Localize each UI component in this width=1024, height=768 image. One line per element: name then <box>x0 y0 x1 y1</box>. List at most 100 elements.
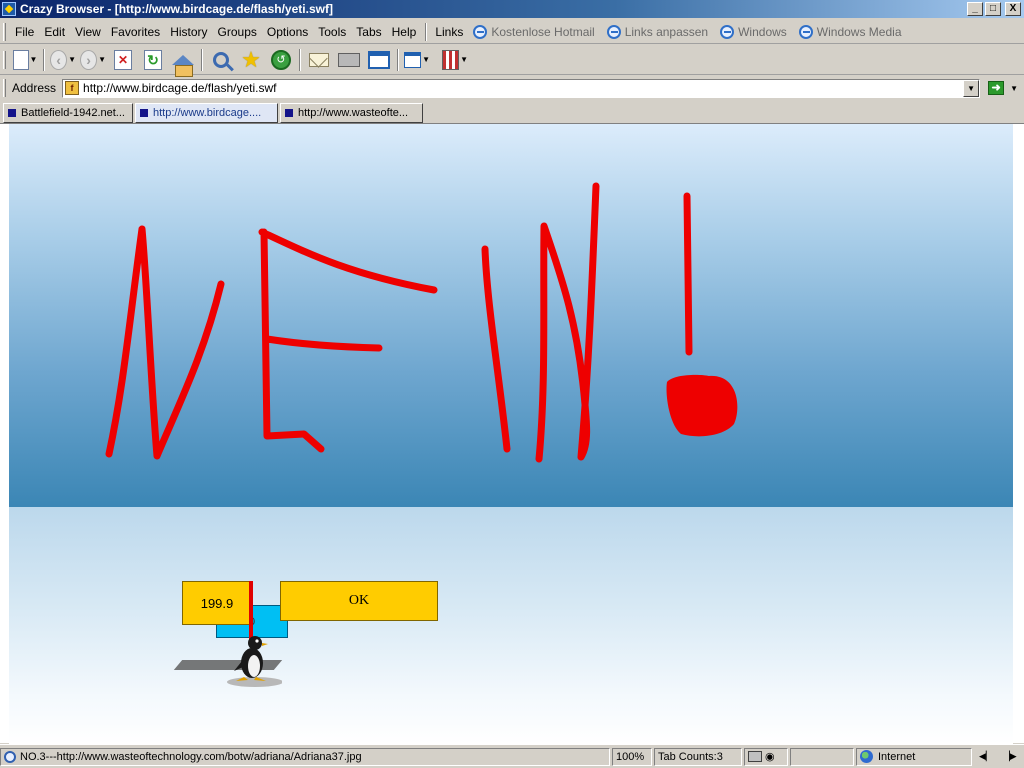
stop-button[interactable]: ✕ <box>110 48 136 72</box>
page-content[interactable]: 0 199.9 OK <box>0 123 1024 744</box>
link-label: Links anpassen <box>624 24 709 39</box>
tab-wasteoftechnology[interactable]: http://www.wasteofte... <box>280 103 423 123</box>
zone-label: Internet <box>878 750 916 763</box>
ok-button[interactable]: OK <box>280 581 438 621</box>
tab-label: Battlefield-1942.net... <box>21 107 125 119</box>
forward-arrow-icon: › <box>80 49 98 70</box>
maximize-button[interactable]: □ <box>985 2 1001 16</box>
link-customize[interactable]: Links anpassen <box>601 24 714 39</box>
eye-icon[interactable]: ◉ <box>765 750 775 763</box>
previous-tab-icon[interactable]: ◀▏ <box>974 751 998 762</box>
page-icon <box>285 109 293 117</box>
menu-grip[interactable] <box>3 22 6 41</box>
tools-button[interactable]: ▼ <box>442 48 468 72</box>
tab-count-panel: Tab Counts:3 <box>654 747 742 766</box>
toolbar-separator <box>397 48 399 71</box>
minimize-button[interactable]: _ <box>967 2 983 16</box>
home-button[interactable] <box>170 48 196 77</box>
zoom-level: 100% <box>616 750 645 763</box>
search-button[interactable] <box>208 48 234 72</box>
ie-page-icon <box>473 24 488 39</box>
links-label[interactable]: Links <box>431 25 467 39</box>
new-page-icon <box>12 49 29 70</box>
distance-display: 199.9 <box>182 581 252 625</box>
scribble-exclamation <box>683 192 693 356</box>
main-toolbar: ▼ ‹ ▼ › ▼ ✕ ↻ ★ ↺ ▼ ▼ <box>0 45 1024 77</box>
scribble-letter-n <box>105 225 225 460</box>
scribble-letter-n2 <box>535 182 600 463</box>
next-tab-icon[interactable]: ▕▶ <box>998 751 1022 762</box>
mail-icon <box>309 52 329 67</box>
address-label: Address <box>12 81 57 95</box>
print-button[interactable] <box>336 48 362 72</box>
menu-bar: File Edit View Favorites History Groups … <box>0 20 1024 44</box>
back-button[interactable]: ‹ ▼ <box>50 48 76 72</box>
address-input[interactable] <box>83 81 964 95</box>
ie-page-icon <box>798 24 813 39</box>
close-button[interactable]: X <box>1005 2 1021 16</box>
scribble-drawing <box>105 182 738 463</box>
address-dropdown-button[interactable]: ▼ <box>963 79 980 97</box>
toolbar-separator <box>201 48 203 71</box>
mail-button[interactable] <box>306 48 332 72</box>
penguin-icon <box>227 636 282 687</box>
link-hotmail[interactable]: Kostenlose Hotmail <box>467 24 600 39</box>
menu-file[interactable]: File <box>10 25 39 39</box>
menu-edit[interactable]: Edit <box>39 25 70 39</box>
tab-bar: Battlefield-1942.net... http://www.birdc… <box>0 101 1024 123</box>
link-windows[interactable]: Windows <box>714 24 793 39</box>
zoom-panel[interactable]: 100% <box>612 747 652 766</box>
star-icon: ★ <box>241 46 261 72</box>
forward-button[interactable]: › ▼ <box>80 48 106 72</box>
link-label: Windows <box>738 24 787 39</box>
toolbar-grip[interactable] <box>3 50 6 69</box>
menu-groups[interactable]: Groups <box>213 25 262 39</box>
edit-icon <box>404 51 422 68</box>
link-label: Windows Media <box>816 24 902 39</box>
security-panel[interactable]: ◉ <box>744 747 788 766</box>
toolbar-separator <box>43 48 45 71</box>
title-bar: Crazy Browser - [http://www.birdcage.de/… <box>0 0 1024 18</box>
app-icon[interactable] <box>2 2 16 16</box>
tab-birdcage[interactable]: http://www.birdcage.... <box>135 103 278 123</box>
edit-button[interactable]: ▼ <box>404 48 430 72</box>
address-field[interactable]: f ▼ <box>62 78 981 98</box>
window-icon <box>368 50 390 69</box>
chevron-down-icon[interactable]: ▼ <box>460 55 468 64</box>
history-icon: ↺ <box>271 49 291 70</box>
menu-tools[interactable]: Tools <box>313 25 351 39</box>
page-icon <box>140 109 148 117</box>
page-icon <box>8 109 16 117</box>
tab-label: http://www.birdcage.... <box>153 107 262 119</box>
address-grip[interactable] <box>3 79 6 97</box>
menu-options[interactable]: Options <box>262 25 313 39</box>
scribble-letter-i <box>481 245 511 453</box>
favorites-button[interactable]: ★ <box>238 48 264 72</box>
chevron-down-icon[interactable]: ▼ <box>98 55 106 64</box>
chevron-down-icon[interactable]: ▼ <box>422 55 430 64</box>
new-window-button[interactable] <box>366 48 392 72</box>
menu-tabs[interactable]: Tabs <box>351 25 386 39</box>
menu-favorites[interactable]: Favorites <box>106 25 165 39</box>
menu-separator <box>425 22 428 41</box>
menu-view[interactable]: View <box>70 25 106 39</box>
refresh-button[interactable]: ↻ <box>140 48 166 72</box>
progress-panel <box>790 747 854 766</box>
menu-help[interactable]: Help <box>387 25 422 39</box>
popup-blocker-icon[interactable] <box>748 751 762 762</box>
search-icon <box>213 51 229 68</box>
menu-history[interactable]: History <box>165 25 212 39</box>
new-page-button[interactable]: ▼ <box>12 48 38 72</box>
tab-battlefield[interactable]: Battlefield-1942.net... <box>3 103 133 123</box>
chevron-down-icon[interactable]: ▼ <box>1010 84 1018 93</box>
back-arrow-icon: ‹ <box>50 49 68 70</box>
go-button[interactable]: ➜ <box>986 79 1006 97</box>
tab-count: Tab Counts:3 <box>658 750 723 763</box>
history-button[interactable]: ↺ <box>268 48 294 72</box>
zone-panel: Internet <box>856 747 972 766</box>
status-text-panel: NO.3---http://www.wasteoftechnology.com/… <box>0 747 610 766</box>
chevron-down-icon[interactable]: ▼ <box>30 55 38 64</box>
tab-label: http://www.wasteofte... <box>298 107 409 119</box>
chevron-down-icon[interactable]: ▼ <box>68 55 76 64</box>
link-windows-media[interactable]: Windows Media <box>793 24 908 39</box>
